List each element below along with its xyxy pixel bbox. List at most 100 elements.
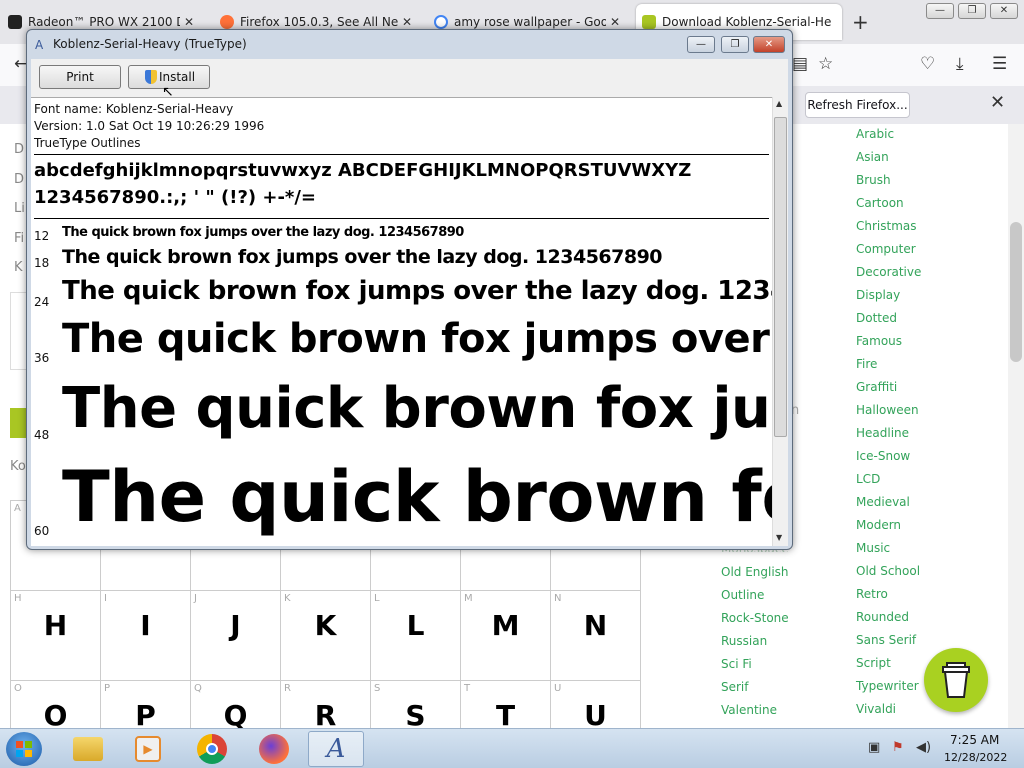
category-link[interactable]: Retro	[856, 587, 888, 601]
category-link[interactable]: Script	[856, 656, 891, 670]
category-link[interactable]: Valentine	[721, 703, 777, 717]
glyph-sample: J	[230, 609, 241, 642]
category-link[interactable]: Brush	[856, 173, 891, 187]
glyph-cell[interactable]: MM	[461, 591, 551, 681]
category-link[interactable]: Serif	[721, 680, 749, 694]
category-link[interactable]: Display	[856, 288, 900, 302]
firefox-icon	[220, 15, 234, 29]
refresh-firefox-button[interactable]: Refresh Firefox...	[805, 92, 910, 118]
category-link[interactable]: Graffiti	[856, 380, 897, 394]
glyph-cell[interactable]: KK	[281, 591, 371, 681]
category-link[interactable]: Fire	[856, 357, 877, 371]
category-link[interactable]: Medieval	[856, 495, 910, 509]
category-link[interactable]: Cartoon	[856, 196, 904, 210]
font-file-icon: A	[35, 38, 44, 52]
maximize-browser-button[interactable]: ❐	[958, 3, 986, 19]
taskbar-chrome[interactable]	[184, 731, 240, 767]
category-link[interactable]: Vivaldi	[856, 702, 896, 716]
close-window-button[interactable]: ✕	[753, 36, 785, 53]
category-link[interactable]: Typewriter	[856, 679, 919, 693]
taskbar-font-viewer[interactable]: A	[308, 731, 364, 767]
glyph-cell-label: P	[104, 683, 111, 694]
divider	[34, 154, 769, 155]
category-link[interactable]: Old English	[721, 565, 789, 579]
taskbar-firefox[interactable]	[246, 731, 302, 767]
category-link[interactable]: Outline	[721, 588, 764, 602]
minimize-browser-button[interactable]: —	[926, 3, 954, 19]
windows-taskbar: ▶ A ▣ ⚑ ◀) 7:25 AM 12/28/2022	[0, 728, 1024, 768]
glyph-cell[interactable]: NN	[551, 591, 641, 681]
close-notification-icon[interactable]: ✕	[990, 92, 1005, 113]
category-link[interactable]: Russian	[721, 634, 767, 648]
category-link[interactable]: Computer	[856, 242, 916, 256]
action-center-icon[interactable]: ⚑	[892, 740, 904, 755]
close-tab-icon[interactable]: ✕	[184, 15, 194, 29]
category-link[interactable]: Halloween	[856, 403, 919, 417]
category-link[interactable]: Sans Serif	[856, 633, 916, 647]
glyph-cell-label: R	[284, 683, 291, 694]
category-link[interactable]: Dotted	[856, 311, 897, 325]
category-link[interactable]: Famous	[856, 334, 902, 348]
coffee-cup-icon	[942, 662, 970, 698]
category-link[interactable]: Ice-Snow	[856, 449, 910, 463]
close-tab-icon[interactable]: ✕	[402, 15, 412, 29]
taskbar-media-player[interactable]: ▶	[120, 731, 176, 767]
network-icon[interactable]: ▣	[868, 740, 880, 755]
buy-me-a-coffee-button[interactable]	[924, 648, 988, 712]
category-link[interactable]: Modern	[856, 518, 901, 532]
chrome-icon	[197, 734, 227, 764]
glyph-cell-label: O	[14, 683, 22, 694]
category-link[interactable]: Christmas	[856, 219, 917, 233]
minimize-window-button[interactable]: —	[687, 36, 715, 53]
taskbar-explorer[interactable]	[60, 731, 116, 767]
volume-icon[interactable]: ◀)	[916, 740, 931, 755]
glyph-sample: I	[140, 609, 151, 642]
menu-icon[interactable]: ☰	[992, 54, 1007, 74]
start-button[interactable]	[6, 732, 42, 766]
glyph-cell[interactable]: HH	[11, 591, 101, 681]
glyph-sample: L	[406, 609, 425, 642]
close-browser-button[interactable]: ✕	[990, 3, 1018, 19]
category-link[interactable]: Arabic	[856, 127, 894, 141]
site-favicon-icon	[642, 15, 656, 29]
new-tab-button[interactable]: +	[852, 10, 869, 34]
glyph-cell[interactable]: II	[101, 591, 191, 681]
preview-scrollbar-thumb[interactable]	[774, 117, 787, 437]
category-link[interactable]: Headline	[856, 426, 909, 440]
glyph-cell-label: J	[194, 593, 197, 604]
page-scrollbar-thumb[interactable]	[1010, 222, 1022, 362]
category-link[interactable]: Sci Fi	[721, 657, 752, 671]
divider	[34, 218, 769, 219]
page-scrollbar[interactable]	[1008, 124, 1024, 728]
sample-sentence: The quick brown fox jumps over the lazy …	[62, 316, 772, 362]
print-button[interactable]: Print	[39, 65, 121, 89]
close-tab-icon[interactable]: ✕	[610, 15, 620, 29]
outline-type-line: TrueType Outlines	[34, 136, 141, 150]
sample-sentence: The quick brown fox jumps over the lazy …	[62, 246, 663, 268]
preview-scrollbar[interactable]: ▲ ▼	[772, 97, 788, 546]
maximize-window-button[interactable]: ❐	[721, 36, 749, 53]
category-link[interactable]: Asian	[856, 150, 889, 164]
glyph-cell-label: A	[14, 503, 21, 514]
category-link[interactable]: Music	[856, 541, 890, 555]
clock-date[interactable]: 12/28/2022	[944, 751, 1007, 764]
glyph-cell-label: T	[464, 683, 471, 694]
category-link[interactable]: Decorative	[856, 265, 921, 279]
category-link[interactable]: Old School	[856, 564, 920, 578]
glyph-cell-label: I	[104, 593, 107, 604]
clock-time[interactable]: 7:25 AM	[950, 733, 999, 747]
category-link[interactable]: Rock-Stone	[721, 611, 789, 625]
category-link[interactable]: LCD	[856, 472, 880, 486]
glyph-cell[interactable]: LL	[371, 591, 461, 681]
reader-view-icon[interactable]: ▤	[792, 54, 808, 74]
size-label: 24	[34, 295, 50, 309]
media-player-icon: ▶	[135, 736, 161, 762]
scroll-down-arrow-icon[interactable]: ▼	[776, 533, 782, 542]
bookmark-star-icon[interactable]: ☆	[818, 54, 833, 74]
glyph-cell[interactable]: JJ	[191, 591, 281, 681]
glyph-sample: N	[583, 609, 608, 642]
category-link[interactable]: Rounded	[856, 610, 909, 624]
scroll-up-arrow-icon[interactable]: ▲	[776, 99, 782, 108]
downloads-icon[interactable]: ⤓	[956, 54, 964, 74]
pocket-icon[interactable]: ♡	[920, 54, 935, 74]
